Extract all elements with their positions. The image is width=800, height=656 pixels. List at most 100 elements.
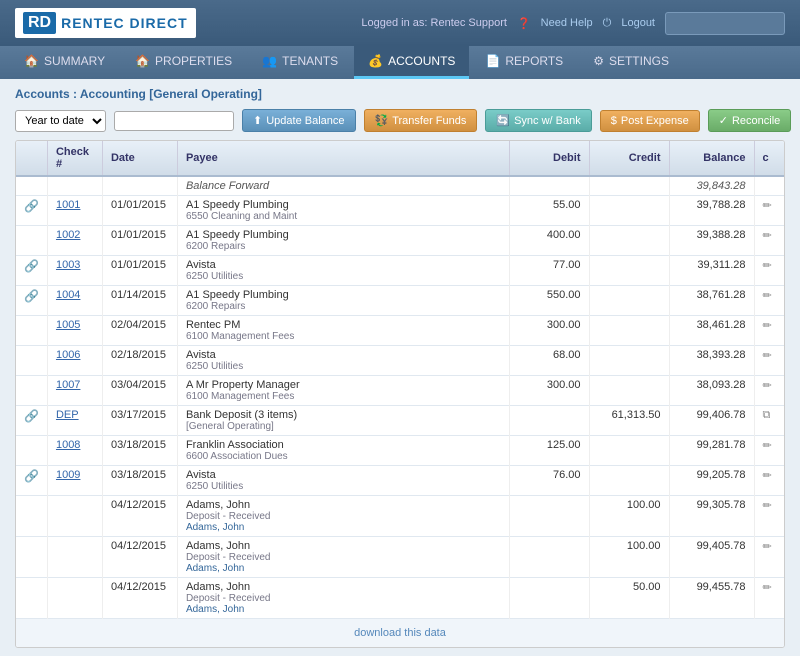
search-input[interactable] (114, 111, 234, 131)
reconcile-button[interactable]: ✓ Reconcile (708, 109, 792, 132)
edit-icon[interactable]: ✏ (763, 230, 772, 242)
help-link[interactable]: Need Help (541, 17, 593, 29)
balance-cell: 99,405.78 (669, 537, 754, 578)
transfer-funds-button[interactable]: 💱 Transfer Funds (364, 109, 478, 132)
check-link[interactable]: 1007 (56, 379, 80, 391)
check-number-cell (47, 496, 102, 537)
logo-area: RD RENTEC DIRECT (15, 8, 196, 38)
date-filter-select[interactable]: Year to date This month Last month All d… (15, 110, 106, 132)
check-number-cell: 1006 (47, 346, 102, 376)
accounts-icon: 💰 (368, 54, 383, 68)
check-link[interactable]: DEP (56, 409, 79, 421)
logo-rd: RD (23, 12, 56, 34)
date-cell: 02/04/2015 (102, 316, 177, 346)
question-icon: ❓ (517, 17, 531, 30)
sync-bank-button[interactable]: 🔄 Sync w/ Bank (485, 109, 591, 132)
nav-tenants[interactable]: 👥 TENANTS (248, 46, 352, 79)
nav-reports[interactable]: 📄 REPORTS (471, 46, 577, 79)
check-link[interactable]: 1008 (56, 439, 80, 451)
check-link[interactable]: 1002 (56, 229, 80, 241)
table-row: 🔗 1009 03/18/2015 Avista6250 Utilities 7… (16, 466, 784, 496)
payee-sublabel: 6600 Association Dues (186, 451, 501, 462)
credit-cell: 50.00 (589, 578, 669, 619)
payee-cell: A Mr Property Manager6100 Management Fee… (177, 376, 509, 406)
update-balance-button[interactable]: ⬆ Update Balance (242, 109, 356, 132)
check-link[interactable]: 1001 (56, 199, 80, 211)
download-data-link[interactable]: download this data (354, 627, 446, 639)
col-header-date: Date (102, 141, 177, 176)
logout-link[interactable]: Logout (621, 17, 655, 29)
payee-sublabel2: Adams, John (186, 522, 501, 533)
payee-sublabel2: Adams, John (186, 604, 501, 615)
edit-icon[interactable]: ✏ (763, 290, 772, 302)
edit-icon-cell: ✏ (754, 316, 784, 346)
logout-icon: ⏻ (603, 17, 612, 30)
credit-cell: 100.00 (589, 537, 669, 578)
header-right: Logged in as: Rentec Support ❓ Need Help… (361, 12, 785, 35)
check-link[interactable]: 1004 (56, 289, 80, 301)
header-search-input[interactable] (665, 12, 785, 35)
copy-icon[interactable]: ⧉ (763, 409, 771, 421)
payee-name: Avista (186, 469, 501, 481)
check-link[interactable]: 1009 (56, 469, 80, 481)
payee-cell: Adams, JohnDeposit - ReceivedAdams, John (177, 537, 509, 578)
attachment-icon-cell: 🔗 (16, 406, 47, 436)
edit-icon[interactable]: ✏ (763, 350, 772, 362)
date-cell: 04/12/2015 (102, 496, 177, 537)
edit-icon[interactable]: ✏ (763, 200, 772, 212)
check-number-cell: DEP (47, 406, 102, 436)
attachment-icon: 🔗 (24, 199, 39, 213)
credit-cell (589, 256, 669, 286)
edit-icon[interactable]: ✏ (763, 320, 772, 332)
payee-sublabel: Deposit - Received (186, 593, 501, 604)
edit-icon[interactable]: ✏ (763, 470, 772, 482)
check-number-cell: 1003 (47, 256, 102, 286)
post-expense-button[interactable]: $ Post Expense (600, 110, 700, 132)
edit-icon[interactable]: ✏ (763, 380, 772, 392)
balance-cell: 38,093.28 (669, 376, 754, 406)
edit-icon[interactable]: ✏ (763, 500, 772, 512)
empty-icon-cell (16, 376, 47, 406)
date-cell: 01/01/2015 (102, 226, 177, 256)
empty-icon-cell (16, 176, 47, 196)
edit-icon-cell: ✏ (754, 436, 784, 466)
debit-cell: 300.00 (509, 376, 589, 406)
payee-sublabel: 6100 Management Fees (186, 331, 501, 342)
empty-icon-cell (16, 496, 47, 537)
table-row: 1002 01/01/2015 A1 Speedy Plumbing6200 R… (16, 226, 784, 256)
payee-sublabel: 6200 Repairs (186, 301, 501, 312)
check-number-cell: 1007 (47, 376, 102, 406)
edit-icon-cell: ✏ (754, 256, 784, 286)
payee-cell: Rentec PM6100 Management Fees (177, 316, 509, 346)
table-row: Balance Forward 39,843.28 (16, 176, 784, 196)
edit-icon[interactable]: ✏ (763, 260, 772, 272)
edit-icon[interactable]: ✏ (763, 541, 772, 553)
payee-name: Rentec PM (186, 319, 501, 331)
check-link[interactable]: 1003 (56, 259, 80, 271)
check-link[interactable]: 1006 (56, 349, 80, 361)
credit-cell (589, 316, 669, 346)
balance-cell: 38,461.28 (669, 316, 754, 346)
check-link[interactable]: 1005 (56, 319, 80, 331)
copy-icon-cell: ⧉ (754, 406, 784, 436)
payee-cell: A1 Speedy Plumbing6550 Cleaning and Main… (177, 196, 509, 226)
credit-cell: 61,313.50 (589, 406, 669, 436)
nav-settings[interactable]: ⚙ SETTINGS (579, 46, 683, 79)
edit-icon[interactable]: ✏ (763, 440, 772, 452)
empty-icon-cell (16, 226, 47, 256)
payee-name: Adams, John (186, 540, 501, 552)
nav-properties[interactable]: 🏠 PROPERTIES (121, 46, 246, 79)
payee-name: A1 Speedy Plumbing (186, 229, 501, 241)
nav-accounts[interactable]: 💰 ACCOUNTS (354, 46, 469, 79)
balance-cell: 99,305.78 (669, 496, 754, 537)
check-number-cell (47, 537, 102, 578)
payee-sublabel: 6250 Utilities (186, 481, 501, 492)
debit-cell (509, 496, 589, 537)
nav-summary[interactable]: 🏠 SUMMARY (10, 46, 119, 79)
summary-icon: 🏠 (24, 54, 39, 68)
balance-cell: 99,455.78 (669, 578, 754, 619)
balance-cell: 99,205.78 (669, 466, 754, 496)
attachment-icon-cell: 🔗 (16, 466, 47, 496)
check-number-cell: 1002 (47, 226, 102, 256)
edit-icon[interactable]: ✏ (763, 582, 772, 594)
